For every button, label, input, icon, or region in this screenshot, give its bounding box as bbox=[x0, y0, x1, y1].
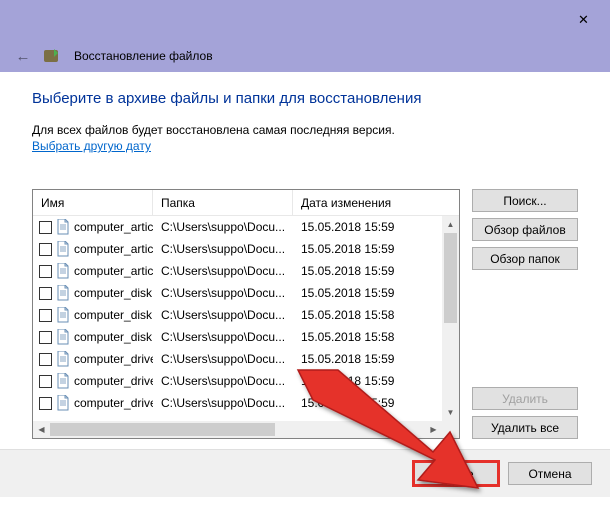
next-button[interactable]: Далее bbox=[414, 462, 498, 485]
file-name: computer_article... bbox=[74, 242, 153, 256]
body-row: Имя Папка Дата изменения computer_articl… bbox=[32, 189, 578, 439]
list-item[interactable]: computer_disk ...C:\Users\suppo\Docu...1… bbox=[33, 282, 459, 304]
column-header-date[interactable]: Дата изменения bbox=[293, 190, 459, 215]
horizontal-scrollbar[interactable]: ◀ ▶ bbox=[33, 421, 442, 438]
delete-button: Удалить bbox=[472, 387, 578, 410]
file-date: 15.05.2018 15:58 bbox=[293, 330, 459, 344]
file-date: 15.05.2018 15:59 bbox=[293, 396, 459, 410]
list-item[interactable]: computer_article...C:\Users\suppo\Docu..… bbox=[33, 238, 459, 260]
titlebar: ✕ bbox=[0, 0, 610, 40]
delete-all-button[interactable]: Удалить все bbox=[472, 416, 578, 439]
cancel-button[interactable]: Отмена bbox=[508, 462, 592, 485]
header-title: Восстановление файлов bbox=[74, 49, 213, 63]
file-date: 15.05.2018 15:59 bbox=[293, 220, 459, 234]
file-folder: C:\Users\suppo\Docu... bbox=[153, 286, 293, 300]
list-item[interactable]: computer_drive ...C:\Users\suppo\Docu...… bbox=[33, 348, 459, 370]
list-body: computer_article...C:\Users\suppo\Docu..… bbox=[33, 216, 459, 438]
file-icon bbox=[56, 395, 70, 411]
checkbox[interactable] bbox=[39, 243, 52, 256]
checkbox[interactable] bbox=[39, 221, 52, 234]
file-date: 15.05.2018 15:59 bbox=[293, 286, 459, 300]
checkbox[interactable] bbox=[39, 353, 52, 366]
file-name: computer_drive... bbox=[74, 396, 153, 410]
choose-date-link[interactable]: Выбрать другую дату bbox=[32, 139, 151, 153]
list-item[interactable]: computer_drive...C:\Users\suppo\Docu...1… bbox=[33, 392, 459, 414]
file-icon bbox=[56, 373, 70, 389]
checkbox[interactable] bbox=[39, 309, 52, 322]
scroll-thumb-vertical[interactable] bbox=[444, 233, 457, 323]
scroll-down-icon[interactable]: ▼ bbox=[442, 404, 459, 421]
file-date: 15.05.2018 15:59 bbox=[293, 242, 459, 256]
file-icon bbox=[56, 307, 70, 323]
file-folder: C:\Users\suppo\Docu... bbox=[153, 352, 293, 366]
file-icon bbox=[56, 241, 70, 257]
file-date: 15.05.2018 15:59 bbox=[293, 352, 459, 366]
file-name: computer_article... bbox=[74, 220, 153, 234]
checkbox[interactable] bbox=[39, 375, 52, 388]
file-name: computer_disk ... bbox=[74, 286, 153, 300]
file-icon bbox=[56, 263, 70, 279]
checkbox[interactable] bbox=[39, 265, 52, 278]
app-icon bbox=[44, 47, 62, 65]
scroll-thumb-horizontal[interactable] bbox=[50, 423, 275, 436]
file-icon bbox=[56, 351, 70, 367]
side-buttons: Поиск... Обзор файлов Обзор папок Удалит… bbox=[472, 189, 578, 439]
file-date: 15.05.2018 15:58 bbox=[293, 308, 459, 322]
scroll-corner bbox=[442, 421, 459, 438]
back-button[interactable]: ← bbox=[14, 47, 32, 65]
close-icon: ✕ bbox=[578, 12, 589, 28]
file-folder: C:\Users\suppo\Docu... bbox=[153, 220, 293, 234]
browse-folders-button[interactable]: Обзор папок bbox=[472, 247, 578, 270]
list-item[interactable]: computer_article...C:\Users\suppo\Docu..… bbox=[33, 216, 459, 238]
back-arrow-icon: ← bbox=[16, 48, 31, 65]
list-item[interactable]: computer_disk ...C:\Users\suppo\Docu...1… bbox=[33, 304, 459, 326]
checkbox[interactable] bbox=[39, 287, 52, 300]
search-button[interactable]: Поиск... bbox=[472, 189, 578, 212]
footer: Далее Отмена bbox=[0, 449, 610, 497]
browse-files-button[interactable]: Обзор файлов bbox=[472, 218, 578, 241]
file-folder: C:\Users\suppo\Docu... bbox=[153, 308, 293, 322]
file-folder: C:\Users\suppo\Docu... bbox=[153, 242, 293, 256]
file-folder: C:\Users\suppo\Docu... bbox=[153, 374, 293, 388]
file-name: computer_drive ... bbox=[74, 352, 153, 366]
file-icon bbox=[56, 329, 70, 345]
content: Выберите в архиве файлы и папки для восс… bbox=[0, 72, 610, 449]
file-name: computer_article... bbox=[74, 264, 153, 278]
file-date: 15.05.2018 15:59 bbox=[293, 374, 459, 388]
file-name: computer_disk ... bbox=[74, 308, 153, 322]
description-text: Для всех файлов будет восстановлена сама… bbox=[32, 123, 578, 137]
checkbox[interactable] bbox=[39, 397, 52, 410]
scroll-up-icon[interactable]: ▲ bbox=[442, 216, 459, 233]
file-date: 15.05.2018 15:59 bbox=[293, 264, 459, 278]
column-header-folder[interactable]: Папка bbox=[153, 190, 293, 215]
checkbox[interactable] bbox=[39, 331, 52, 344]
file-list: Имя Папка Дата изменения computer_articl… bbox=[32, 189, 460, 439]
list-item[interactable]: computer_article...C:\Users\suppo\Docu..… bbox=[33, 260, 459, 282]
file-folder: C:\Users\suppo\Docu... bbox=[153, 396, 293, 410]
page-heading: Выберите в архиве файлы и папки для восс… bbox=[32, 90, 578, 107]
scroll-left-icon[interactable]: ◀ bbox=[33, 421, 50, 438]
file-name: computer_drive ... bbox=[74, 374, 153, 388]
close-button[interactable]: ✕ bbox=[561, 5, 606, 35]
file-name: computer_disk.d bbox=[74, 330, 153, 344]
file-icon bbox=[56, 285, 70, 301]
scroll-right-icon[interactable]: ▶ bbox=[425, 421, 442, 438]
file-folder: C:\Users\suppo\Docu... bbox=[153, 264, 293, 278]
file-icon bbox=[56, 219, 70, 235]
list-header: Имя Папка Дата изменения bbox=[33, 190, 459, 216]
list-item[interactable]: computer_drive ...C:\Users\suppo\Docu...… bbox=[33, 370, 459, 392]
vertical-scrollbar[interactable]: ▲ ▼ bbox=[442, 216, 459, 421]
header: ← Восстановление файлов bbox=[0, 40, 610, 72]
list-item[interactable]: computer_disk.dC:\Users\suppo\Docu...15.… bbox=[33, 326, 459, 348]
column-header-name[interactable]: Имя bbox=[33, 190, 153, 215]
file-folder: C:\Users\suppo\Docu... bbox=[153, 330, 293, 344]
